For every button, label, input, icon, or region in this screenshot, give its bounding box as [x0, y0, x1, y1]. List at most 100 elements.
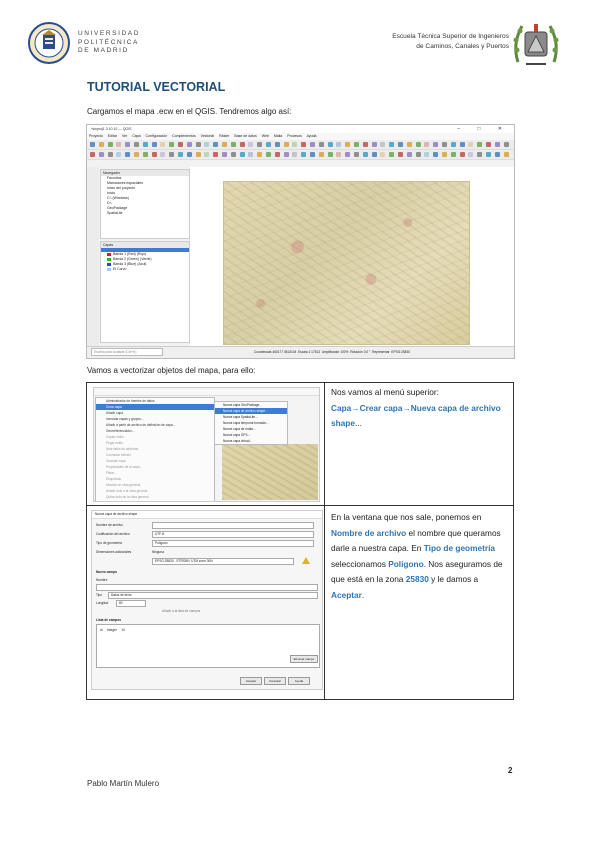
toolbar-icon [134, 142, 139, 147]
toolbar-icon [354, 142, 359, 147]
highlighted-term: 25830 [405, 574, 429, 585]
footer-author: Pablo Martín Mulero [87, 779, 160, 788]
magnifier-label: Amplificador [321, 350, 340, 354]
add-to-fields-button: Añadir a la lista de campos [162, 609, 201, 613]
toolbar-icon [283, 142, 289, 147]
toolbar-icon [362, 152, 368, 157]
toolbar-icon [204, 142, 210, 147]
toolbar-icon [327, 142, 333, 147]
upm-seal-logo [28, 22, 70, 64]
name-label: Nombre [96, 578, 108, 582]
toolbar-icon [292, 142, 298, 147]
create-layer-submenu: Nueva capa GeoPackage... Nueva capa de ar… [214, 401, 288, 445]
step1-text: Nos vamos al menú superior: Capa→Crear c… [331, 385, 509, 432]
field-type-value: Datos de texto [111, 593, 132, 597]
magnifier-value: 100% [340, 350, 349, 354]
toolbar-icon [380, 152, 386, 157]
page-header: UNIVERSIDAD POLITÉCNICA DE MADRID Escuel… [0, 0, 599, 80]
locator-search: Escriba para localizar (Ctrl+K) [91, 348, 163, 357]
step1-intro: Nos vamos al menú superior: [331, 387, 439, 397]
field-name-input [96, 584, 318, 591]
layer-color-swatch [107, 267, 111, 271]
toolbar-icon [248, 152, 254, 157]
toolbar-icon [116, 142, 122, 147]
layer-color-swatch [107, 252, 111, 256]
layer-label: Banda 2 (Green) (Verde) [113, 257, 152, 261]
field-list-header: Lista de campos [96, 618, 121, 622]
menu-item: Configuración [145, 134, 168, 138]
toolbar-icon [486, 152, 491, 157]
toolbar-icon [389, 152, 395, 157]
toolbar-icon [98, 142, 104, 147]
toolbar-icon [415, 152, 421, 157]
toolbar-icon [134, 152, 139, 157]
qgis-side-toolbar [87, 167, 99, 346]
window-controls-icon: – □ ✕ [457, 126, 510, 132]
toolbar-icon [442, 142, 447, 147]
toolbar-icon [433, 142, 439, 147]
toolbar-icon [107, 152, 113, 157]
qgis-toolbar-2 [87, 150, 514, 160]
toolbar-icon [477, 142, 483, 147]
toolbar-icon [257, 152, 263, 157]
layer-label: Banda 3 (Blue) (Azul) [113, 262, 147, 266]
new-field-header: Nuevo campo [96, 570, 117, 574]
toolbar-icon [274, 152, 280, 157]
menu-item: Base de datos [234, 134, 257, 138]
toolbar-icon [406, 142, 412, 147]
toolbar-icon [442, 152, 447, 157]
school-line: Escuela Técnica Superior de Ingenieros [392, 33, 509, 40]
toolbar-icon [459, 142, 465, 147]
toolbar-icon [318, 152, 324, 157]
field-list-cell: Integer [106, 628, 117, 632]
school-name: Escuela Técnica Superior de Ingenieros d… [392, 32, 509, 52]
toolbar-icon [90, 142, 95, 147]
qgis-window-title: *sinproj1 3.10.10 — QGIS [91, 127, 132, 131]
scale-value: 1:17513 [308, 350, 321, 354]
text-run: y le damos a [428, 574, 479, 585]
toolbar-icon [230, 152, 236, 157]
crs-value: EPSG:25830 - ETRS89 / UTM zone 30N [155, 559, 213, 563]
geometry-type-value: Polígono [155, 541, 168, 545]
toolbar-icon [239, 152, 245, 157]
intro-paragraph: Cargamos el mapa .ecw en el QGIS. Tendre… [87, 107, 292, 116]
highlighted-term: Polígono [388, 558, 424, 569]
geometry-type-field: Polígono [152, 540, 314, 547]
toolbar-icon [327, 152, 333, 157]
dimensions-value: Ninguna [152, 550, 164, 554]
submenu-item: Nueva capa virtual... [223, 439, 253, 443]
encoding-value: UTF-8 [155, 532, 165, 536]
table-row-divider [87, 505, 513, 506]
browser-panel: Navegador Favoritos Marcadores espaciale… [100, 169, 190, 239]
length-value: 80 [119, 601, 123, 605]
layers-panel: Capas Banda 1 (Red) (Rojo) Banda 2 (Gree… [100, 241, 190, 343]
page-title: TUTORIAL VECTORIAL [87, 80, 226, 94]
toolbar-icon [301, 142, 307, 147]
menu-item: Ráster [219, 134, 230, 138]
toolbar-icon [292, 152, 298, 157]
step2-text: En la ventana que nos sale, ponemos en N… [331, 510, 509, 604]
layer-item: El Corvo [101, 267, 189, 272]
toolbar-icon [503, 152, 509, 157]
highlighted-term: Tipo de geometría [423, 543, 496, 554]
toolbar-icon [345, 142, 351, 147]
toolbar-icon [336, 152, 342, 157]
help-button: Ayuda [288, 677, 310, 685]
coordinate-label: Coordenada [253, 350, 272, 354]
toolbar-icon [450, 142, 456, 147]
path-ellipsis: ... [354, 418, 362, 429]
toolbar-icon [151, 152, 157, 157]
menu-item: Editar [107, 134, 117, 138]
toolbar-icon [503, 142, 509, 147]
menu-item: Quitar todo de la vista general [106, 495, 149, 499]
steps-table: Administrador de fuentes de datos Crear c… [86, 382, 514, 700]
toolbar-icon [107, 142, 113, 147]
mini-map-raster [222, 444, 318, 500]
length-field: 80 [116, 600, 146, 607]
path-item: Crear capa [359, 402, 403, 413]
remove-field-button: Eliminar campo [290, 655, 318, 663]
menu-item: Complementos [172, 134, 196, 138]
create-layer-menu-screenshot: Administrador de fuentes de datos Crear c… [93, 387, 320, 502]
toolbar-icon [424, 152, 430, 157]
toolbar-icon [345, 152, 351, 157]
